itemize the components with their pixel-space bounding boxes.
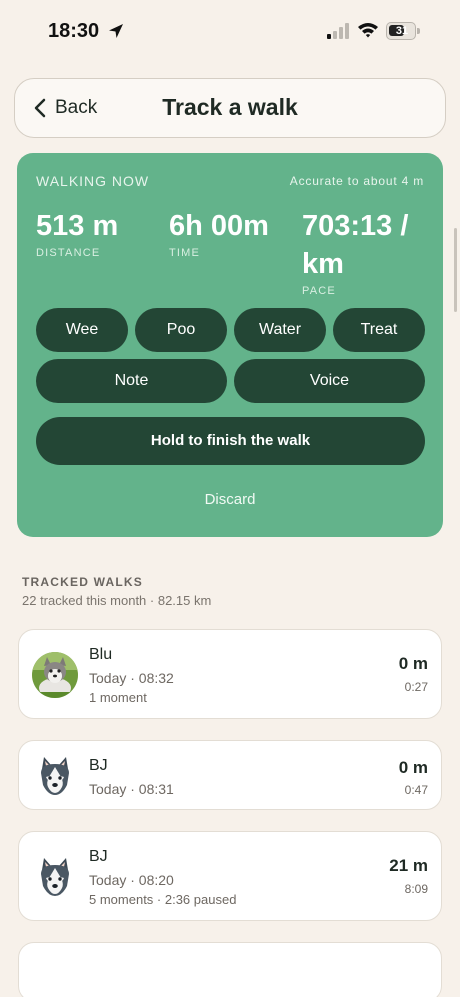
walking-now-label: WALKING NOW — [36, 173, 150, 189]
back-button[interactable]: Back — [33, 93, 97, 123]
dog-photo-avatar — [32, 652, 78, 698]
walk-time: Today · 08:32 — [89, 670, 174, 686]
scrollbar[interactable] — [454, 228, 457, 312]
walk-distance: 21 m — [389, 856, 428, 875]
distance-value: 513 m — [36, 210, 119, 242]
walk-row[interactable]: Blu Today · 08:32 1 moment 0 m 0:27 — [18, 629, 442, 719]
chevron-left-icon — [34, 98, 46, 118]
walk-time: Today · 08:20 — [89, 872, 174, 888]
walk-distance: 0 m — [398, 758, 428, 777]
dog-name: Blu — [89, 646, 113, 663]
wifi-icon — [358, 23, 378, 38]
battery-level: 31 — [395, 25, 409, 37]
walk-time: Today · 08:31 — [89, 781, 174, 797]
walk-duration: 0:27 — [404, 680, 428, 694]
dog-name: BJ — [89, 757, 108, 774]
note-button[interactable]: Note — [36, 359, 227, 403]
walk-duration: 0:47 — [404, 783, 428, 797]
treat-button[interactable]: Treat — [333, 308, 425, 352]
poo-button[interactable]: Poo — [135, 308, 227, 352]
back-label: Back — [55, 97, 98, 118]
walk-duration: 8:09 — [404, 882, 428, 896]
water-button[interactable]: Water — [234, 308, 326, 352]
walk-moments: 5 moments · 2:36 paused — [89, 892, 237, 907]
finish-walk-button[interactable]: Hold to finish the walk — [36, 417, 425, 465]
pace-value: 703:13 / km — [302, 210, 409, 280]
walk-distance: 0 m — [398, 654, 428, 673]
time-label: TIME — [169, 247, 201, 259]
header-bar: Back Track a walk — [14, 78, 446, 138]
distance-label: DISTANCE — [36, 247, 101, 259]
husky-icon — [32, 753, 78, 799]
wee-button[interactable]: Wee — [36, 308, 128, 352]
time-stat: 6h 00m TIME — [169, 207, 294, 259]
distance-stat: 513 m DISTANCE — [36, 207, 161, 259]
status-time: 18:30 — [48, 20, 100, 42]
time-value: 6h 00m — [169, 210, 269, 242]
voice-button[interactable]: Voice — [234, 359, 425, 403]
husky-icon — [32, 854, 78, 900]
walk-moments: 1 moment — [89, 690, 147, 705]
signal-icon — [327, 23, 349, 39]
location-arrow-icon — [109, 24, 123, 38]
tracked-walks-heading: TRACKED WALKS — [22, 575, 143, 589]
dog-name: BJ — [89, 848, 108, 865]
active-walk-card: WALKING NOW Accurate to about 4 m 513 m … — [17, 153, 443, 537]
battery-icon: 31 — [386, 22, 420, 40]
tracked-walks-summary: 22 tracked this month · 82.15 km — [22, 593, 212, 608]
pace-label: PACE — [302, 285, 336, 297]
pace-stat: 703:13 / km PACE — [302, 207, 427, 297]
walk-row[interactable]: BJ Today · 08:20 5 moments · 2:36 paused… — [18, 831, 442, 921]
gps-accuracy: Accurate to about 4 m — [289, 174, 424, 188]
status-bar: 18:30 31 — [0, 0, 460, 62]
walk-row[interactable]: BJ Today · 08:31 0 m 0:47 — [18, 740, 442, 810]
discard-button[interactable]: Discard — [17, 491, 443, 508]
walk-row[interactable] — [18, 942, 442, 997]
